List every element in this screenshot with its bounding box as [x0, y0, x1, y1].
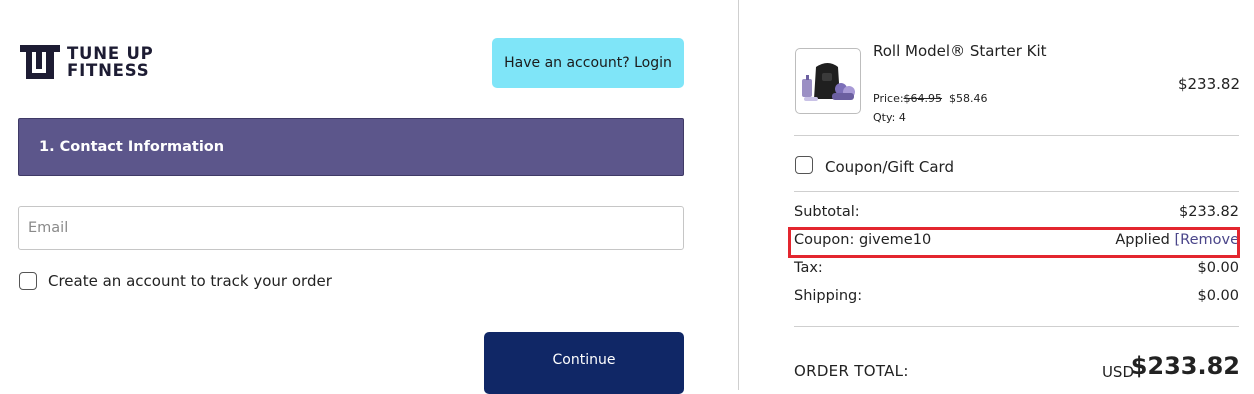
tax-label: Tax:	[794, 260, 823, 276]
original-price: $64.95	[903, 92, 943, 105]
brand-logo[interactable]: TUNE UP FITNESS	[20, 44, 154, 80]
continue-button[interactable]: Continue	[484, 332, 684, 394]
product-price: Price:$64.95 $58.46	[873, 92, 988, 105]
contact-information-header: 1. Contact Information	[18, 118, 684, 176]
summary-divider	[794, 326, 1239, 327]
qty-value: 4	[898, 111, 906, 124]
product-image-icon	[802, 63, 855, 101]
create-account-label: Create an account to track your order	[48, 272, 332, 290]
product-quantity: Qty: 4	[873, 111, 906, 124]
shipping-label: Shipping:	[794, 288, 863, 304]
order-total-currency: USD	[1101, 363, 1134, 381]
brand-name: TUNE UP FITNESS	[67, 45, 154, 79]
order-summary-panel: Roll Model® Starter Kit Price:$64.95 $58…	[739, 0, 1254, 390]
product-thumbnail	[795, 48, 861, 114]
price-label: Price:	[873, 92, 904, 105]
shipping-value: $0.00	[1197, 288, 1239, 304]
create-account-checkbox[interactable]	[19, 272, 37, 290]
checkout-form-panel: TUNE UP FITNESS Have an account? Login 1…	[0, 0, 738, 394]
product-line-total: $233.82	[1177, 75, 1240, 93]
brand-name-line1: TUNE UP	[67, 44, 154, 63]
summary-divider	[794, 135, 1239, 136]
coupon-highlight-box	[788, 227, 1240, 258]
brand-name-line2: FITNESS	[67, 61, 150, 80]
order-total-label: ORDER TOTAL:	[794, 362, 909, 380]
contact-information-title: 1. Contact Information	[39, 139, 225, 155]
discounted-price: $58.46	[949, 92, 988, 105]
product-name[interactable]: Roll Model® Starter Kit	[873, 40, 1053, 63]
order-total-value: $233.82	[1130, 352, 1240, 380]
brand-logo-icon	[20, 45, 60, 79]
subtotal-value: $233.82	[1179, 204, 1239, 220]
login-button[interactable]: Have an account? Login	[492, 38, 684, 88]
summary-divider	[794, 191, 1239, 192]
email-input[interactable]	[18, 206, 684, 250]
coupon-checkbox[interactable]	[795, 156, 813, 174]
qty-label: Qty:	[873, 111, 896, 124]
tax-value: $0.00	[1197, 260, 1239, 276]
coupon-toggle-label: Coupon/Gift Card	[825, 158, 954, 176]
subtotal-label: Subtotal:	[794, 204, 860, 220]
